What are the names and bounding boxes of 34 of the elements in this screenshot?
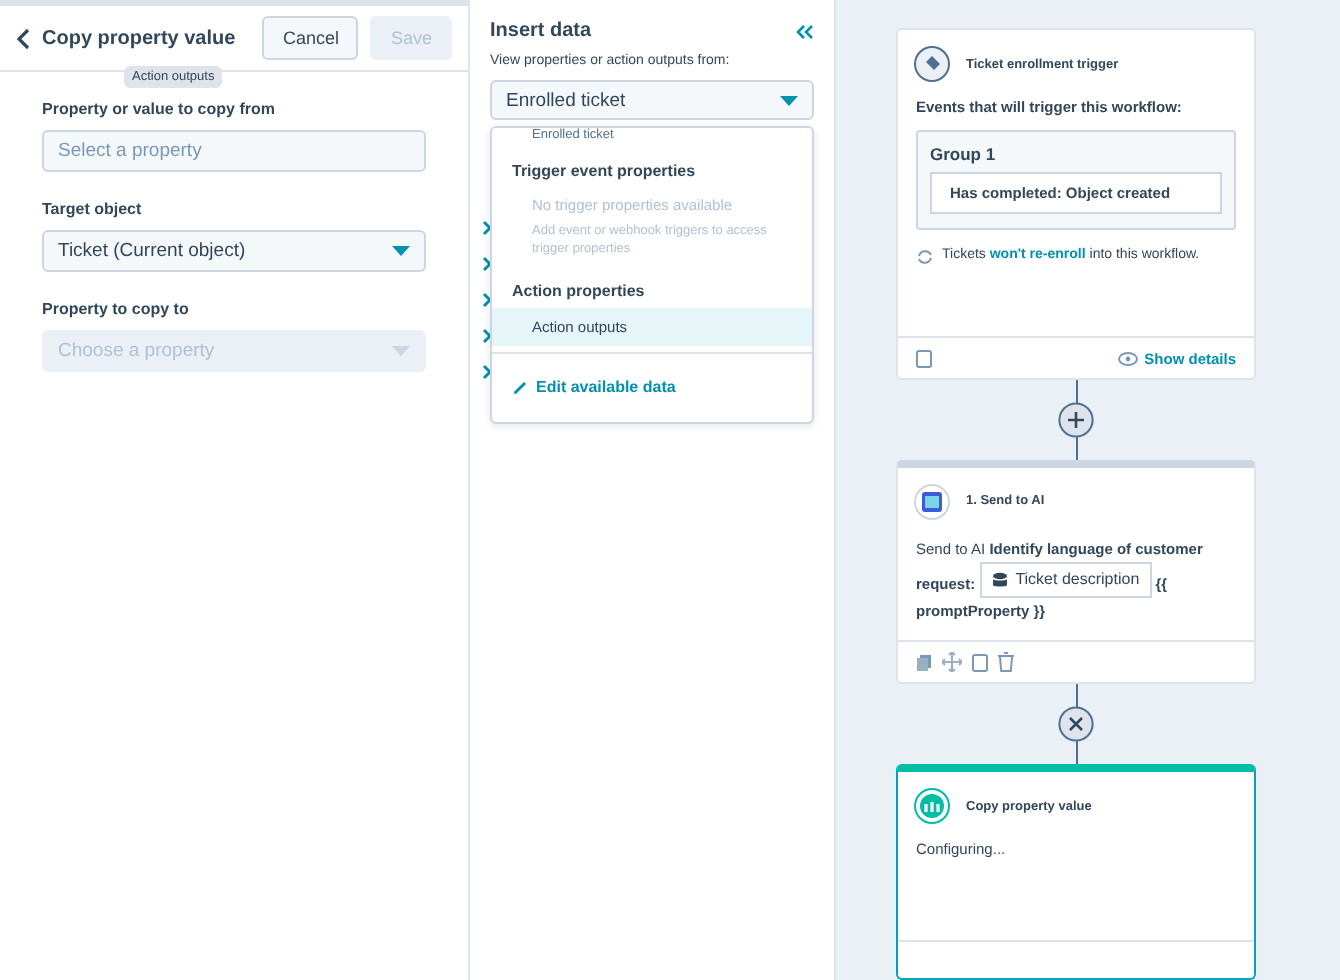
back-icon[interactable]	[16, 27, 30, 49]
edit-data-link[interactable]: Edit available data	[512, 378, 676, 397]
database-icon	[991, 571, 1008, 589]
cancel-button[interactable]: Cancel	[262, 16, 359, 60]
pencil-icon	[512, 379, 528, 396]
ai-icon	[914, 483, 950, 520]
chevron-icon[interactable]	[482, 328, 492, 344]
property-token: Ticket description	[979, 562, 1152, 598]
field-label: Property or value to copy from	[42, 100, 277, 118]
chevron-icon[interactable]	[482, 256, 492, 272]
add-step-icon[interactable]	[1058, 401, 1094, 438]
panel-title: Copy property value	[42, 27, 238, 49]
caret-icon	[392, 346, 410, 356]
chevron-icon[interactable]	[482, 292, 492, 308]
panel-title: Insert data	[490, 20, 592, 42]
source-dropdown[interactable]: Enrolled ticket	[490, 80, 814, 120]
copy-icon[interactable]	[916, 653, 932, 672]
menu-heading: Trigger event properties	[510, 160, 698, 184]
menu-heading: Action properties	[510, 279, 647, 304]
caret-icon	[780, 95, 798, 105]
close-icon[interactable]	[1058, 706, 1094, 743]
delete-icon[interactable]	[998, 652, 1014, 673]
chevron-icon[interactable]	[482, 364, 492, 380]
eye-icon	[1118, 351, 1139, 365]
collapse-icon[interactable]	[796, 23, 814, 39]
move-icon[interactable]	[942, 652, 962, 673]
group-title: Group 1	[930, 144, 998, 164]
property-field[interactable]: Select a property	[42, 130, 426, 172]
field-label: Target object	[42, 200, 144, 218]
refresh-icon	[916, 248, 934, 266]
chevron-icon[interactable]	[482, 220, 492, 236]
dropdown-field[interactable]: Ticket (Current object)	[42, 230, 426, 272]
field-label: Property to copy to	[42, 300, 191, 318]
caret-icon	[392, 246, 410, 256]
